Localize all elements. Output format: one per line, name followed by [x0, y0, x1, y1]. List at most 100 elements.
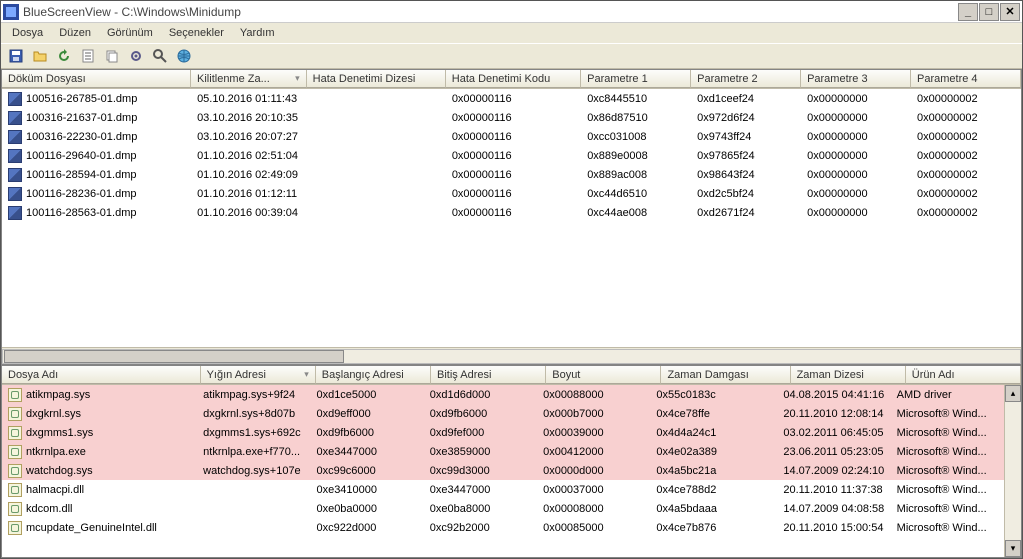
driver-row[interactable]: dxgmms1.sysdxgmms1.sys+692c0xd9fb60000xd…	[2, 423, 1004, 442]
dumps-col-1[interactable]: Kilitlenme Za...▾	[191, 70, 307, 88]
menu-item-edit[interactable]: Düzen	[52, 25, 98, 41]
dump-cell-p1: 0x86d87510	[581, 110, 691, 126]
copy-button[interactable]	[101, 45, 123, 67]
dump-file-icon	[8, 92, 22, 106]
open-button[interactable]	[29, 45, 51, 67]
dump-cell-p3: 0x00000000	[801, 167, 911, 183]
dumps-hscrollbar[interactable]	[2, 347, 1021, 364]
dump-cell-code: 0x00000116	[446, 129, 581, 145]
dump-row[interactable]: 100116-28594-01.dmp01.10.2016 02:49:090x…	[2, 165, 1021, 184]
web-button[interactable]	[173, 45, 195, 67]
folder-icon	[32, 48, 48, 64]
driver-row[interactable]: mcupdate_GenuineIntel.dll0xc922d0000xc92…	[2, 518, 1004, 537]
find-icon	[152, 48, 168, 64]
driver-cell-end: 0xd1d6d000	[424, 387, 537, 403]
titlebar: BlueScreenView - C:\Windows\Minidump _ □…	[1, 1, 1022, 23]
dump-cell-str	[307, 97, 446, 101]
dumps-col-4[interactable]: Parametre 1	[581, 70, 691, 88]
dump-cell-time: 05.10.2016 01:11:43	[191, 91, 307, 107]
window-buttons: _ □ ✕	[958, 3, 1020, 21]
dump-cell-p4: 0x00000002	[911, 110, 1021, 126]
drivers-col-5[interactable]: Zaman Damgası	[661, 366, 790, 384]
properties-button[interactable]	[77, 45, 99, 67]
driver-row[interactable]: ntkrnlpa.exentkrnlpa.exe+f770...0xe34470…	[2, 442, 1004, 461]
dump-cell-file: 100116-28594-01.dmp	[2, 166, 191, 184]
driver-cell-end: 0xc92b2000	[424, 520, 537, 536]
dump-cell-str	[307, 211, 446, 215]
drivers-col-1[interactable]: Yığın Adresi▾	[201, 366, 316, 384]
drivers-vscrollbar[interactable]: ▴▾	[1004, 385, 1021, 557]
driver-cell-tstr: 20.11.2010 12:08:14	[777, 406, 890, 422]
app-icon	[3, 4, 19, 20]
drivers-col-0[interactable]: Dosya Adı	[2, 366, 201, 384]
driver-row[interactable]: halmacpi.dll0xe34100000xe34470000x000370…	[2, 480, 1004, 499]
menu-item-view[interactable]: Görünüm	[100, 25, 160, 41]
dump-row[interactable]: 100516-26785-01.dmp05.10.2016 01:11:430x…	[2, 89, 1021, 108]
drivers-col-6[interactable]: Zaman Dizesi	[791, 366, 906, 384]
dumps-col-2[interactable]: Hata Denetimi Dizesi	[307, 70, 446, 88]
props-icon	[80, 48, 96, 64]
save-icon	[8, 48, 24, 64]
drivers-col-3[interactable]: Bitiş Adresi	[431, 366, 546, 384]
drivers-col-7[interactable]: Ürün Adı	[906, 366, 1021, 384]
dump-cell-p4: 0x00000002	[911, 129, 1021, 145]
maximize-button[interactable]: □	[979, 3, 999, 21]
refresh-button[interactable]	[53, 45, 75, 67]
dump-cell-p3: 0x00000000	[801, 110, 911, 126]
driver-cell-file: kdcom.dll	[2, 500, 197, 518]
settings-button[interactable]	[125, 45, 147, 67]
dumps-pane: Döküm DosyasıKilitlenme Za...▾Hata Denet…	[1, 69, 1022, 365]
dump-cell-p3: 0x00000000	[801, 148, 911, 164]
driver-file-icon	[8, 521, 22, 535]
driver-row[interactable]: watchdog.syswatchdog.sys+107e0xc99c60000…	[2, 461, 1004, 480]
dump-cell-p3: 0x00000000	[801, 91, 911, 107]
dump-row[interactable]: 100116-28563-01.dmp01.10.2016 00:39:040x…	[2, 203, 1021, 222]
driver-cell-size: 0x000b7000	[537, 406, 650, 422]
driver-row[interactable]: dxgkrnl.sysdxgkrnl.sys+8d07b0xd9eff0000x…	[2, 404, 1004, 423]
driver-row[interactable]: atikmpag.sysatikmpag.sys+9f240xd1ce50000…	[2, 385, 1004, 404]
driver-file-icon	[8, 483, 22, 497]
dumps-col-3[interactable]: Hata Denetimi Kodu	[446, 70, 581, 88]
dump-file-icon	[8, 149, 22, 163]
dumps-body[interactable]: 100516-26785-01.dmp05.10.2016 01:11:430x…	[2, 89, 1021, 347]
dump-row[interactable]: 100316-21637-01.dmp03.10.2016 20:10:350x…	[2, 108, 1021, 127]
dump-cell-code: 0x00000116	[446, 91, 581, 107]
dump-cell-p4: 0x00000002	[911, 205, 1021, 221]
dump-row[interactable]: 100116-29640-01.dmp01.10.2016 02:51:040x…	[2, 146, 1021, 165]
driver-file-icon	[8, 388, 22, 402]
driver-file-icon	[8, 426, 22, 440]
find-button[interactable]	[149, 45, 171, 67]
dump-cell-p3: 0x00000000	[801, 129, 911, 145]
drivers-body[interactable]: ▴▾ atikmpag.sysatikmpag.sys+9f240xd1ce50…	[2, 385, 1021, 557]
drivers-col-4[interactable]: Boyut	[546, 366, 661, 384]
driver-row[interactable]: kdcom.dll0xe0ba00000xe0ba80000x000080000…	[2, 499, 1004, 518]
driver-cell-stack	[197, 488, 310, 492]
dump-cell-p2: 0xd1ceef24	[691, 91, 801, 107]
dump-row[interactable]: 100316-22230-01.dmp03.10.2016 20:07:270x…	[2, 127, 1021, 146]
dumps-col-0[interactable]: Döküm Dosyası	[2, 70, 191, 88]
dumps-col-7[interactable]: Parametre 4	[911, 70, 1021, 88]
dump-cell-p4: 0x00000002	[911, 91, 1021, 107]
dump-file-icon	[8, 130, 22, 144]
drivers-col-2[interactable]: Başlangıç Adresi	[316, 366, 431, 384]
menu-item-file[interactable]: Dosya	[5, 25, 50, 41]
minimize-button[interactable]: _	[958, 3, 978, 21]
dump-cell-p1: 0xcc031008	[581, 129, 691, 145]
save-button[interactable]	[5, 45, 27, 67]
driver-cell-stamp: 0x4ce78ffe	[650, 406, 777, 422]
driver-cell-start: 0xe3410000	[310, 482, 423, 498]
dump-cell-p1: 0x889ac008	[581, 167, 691, 183]
driver-cell-size: 0x00088000	[537, 387, 650, 403]
menu-item-options[interactable]: Seçenekler	[162, 25, 231, 41]
dumps-col-6[interactable]: Parametre 3	[801, 70, 911, 88]
driver-cell-file: watchdog.sys	[2, 462, 197, 480]
dump-cell-p2: 0xd2671f24	[691, 205, 801, 221]
menu-item-help[interactable]: Yardım	[233, 25, 282, 41]
driver-cell-stamp: 0x4a5bc21a	[650, 463, 777, 479]
menubar: Dosya Düzen Görünüm Seçenekler Yardım	[1, 23, 1022, 43]
dumps-col-5[interactable]: Parametre 2	[691, 70, 801, 88]
driver-cell-stamp: 0x4a5bdaaa	[650, 501, 777, 517]
driver-cell-prod: Microsoft® Wind...	[891, 482, 1004, 498]
dump-row[interactable]: 100116-28236-01.dmp01.10.2016 01:12:110x…	[2, 184, 1021, 203]
close-button[interactable]: ✕	[1000, 3, 1020, 21]
